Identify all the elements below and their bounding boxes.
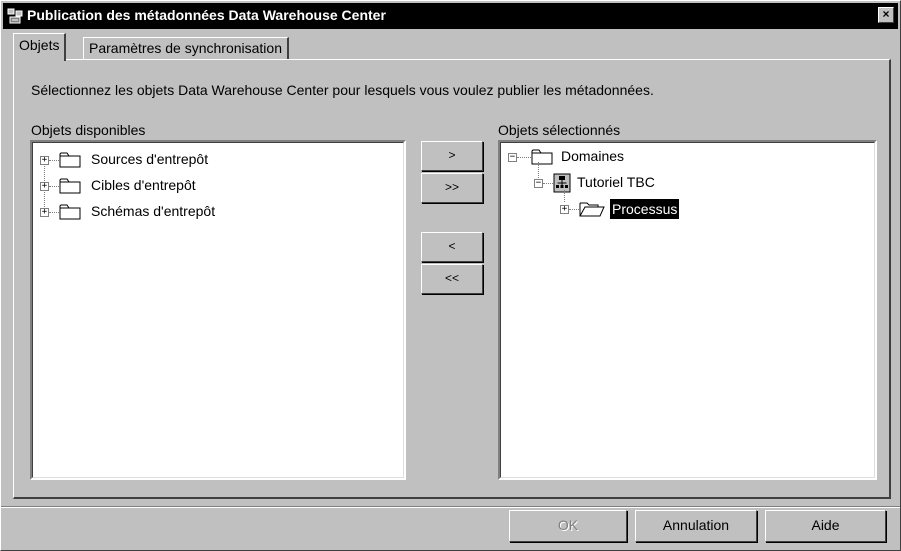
expand-icon[interactable]: + (40, 208, 49, 217)
tree-node-tutoriel-tbc[interactable]: − Tutoriel TBC (501, 173, 801, 195)
expand-icon[interactable]: + (560, 205, 569, 214)
folder-icon (531, 149, 553, 165)
open-folder-icon (579, 202, 605, 217)
folder-icon (59, 178, 81, 194)
add-button[interactable]: > (421, 141, 483, 171)
tree-node-domaines[interactable]: − Domaines (501, 147, 801, 169)
footer-separator (1, 506, 900, 508)
collapse-icon[interactable]: − (534, 179, 543, 188)
ok-button[interactable]: OK (509, 510, 627, 542)
tree-node-processus[interactable]: + Processus (501, 199, 801, 221)
subject-area-icon (553, 173, 571, 193)
selected-objects-label: Objets sélectionnés (498, 122, 621, 138)
collapse-icon[interactable]: − (508, 153, 517, 162)
tree-node-label: Schémas d'entrepôt (91, 203, 216, 219)
remove-button[interactable]: < (421, 232, 483, 262)
tree-node-schemas[interactable]: + Schémas d'entrepôt (33, 202, 333, 224)
help-button[interactable]: Aide (765, 510, 886, 542)
tree-node-label: Processus (610, 199, 680, 219)
folder-icon (59, 204, 81, 220)
window-title: Publication des métadonnées Data Warehou… (27, 7, 386, 23)
available-objects-label: Objets disponibles (31, 122, 146, 138)
tree-node-label: Tutoriel TBC (577, 174, 655, 190)
tree-node-label: Sources d'entrepôt (91, 151, 209, 167)
close-button[interactable]: × (878, 7, 894, 23)
remove-all-button[interactable]: << (421, 264, 483, 294)
dialog-window: Publication des métadonnées Data Warehou… (0, 0, 901, 551)
tree-node-sources[interactable]: + Sources d'entrepôt (33, 150, 333, 172)
title-bar[interactable]: Publication des métadonnées Data Warehou… (3, 3, 898, 29)
expand-icon[interactable]: + (40, 156, 49, 165)
cancel-button[interactable]: Annulation (635, 510, 757, 542)
tab-parametres-synchronisation[interactable]: Paramètres de synchronisation (83, 37, 289, 59)
folder-icon (59, 152, 81, 168)
instruction-text: Sélectionnez les objets Data Warehouse C… (31, 82, 654, 98)
tree-node-label: Domaines (561, 148, 625, 164)
tree-node-label: Cibles d'entrepôt (91, 177, 196, 193)
tab-label: Objets (19, 37, 60, 53)
tab-objets[interactable]: Objets (13, 33, 67, 61)
expand-icon[interactable]: + (40, 182, 49, 191)
tab-label: Paramètres de synchronisation (89, 40, 282, 56)
data-warehouse-icon (7, 8, 23, 24)
add-all-button[interactable]: >> (421, 173, 483, 203)
available-objects-tree[interactable]: + Sources d'entrepôt + Cibles d'entrepôt (30, 140, 406, 480)
selected-objects-tree[interactable]: − Domaines − Tutoriel TBC + Processus (498, 140, 877, 480)
tree-node-cibles[interactable]: + Cibles d'entrepôt (33, 176, 333, 198)
